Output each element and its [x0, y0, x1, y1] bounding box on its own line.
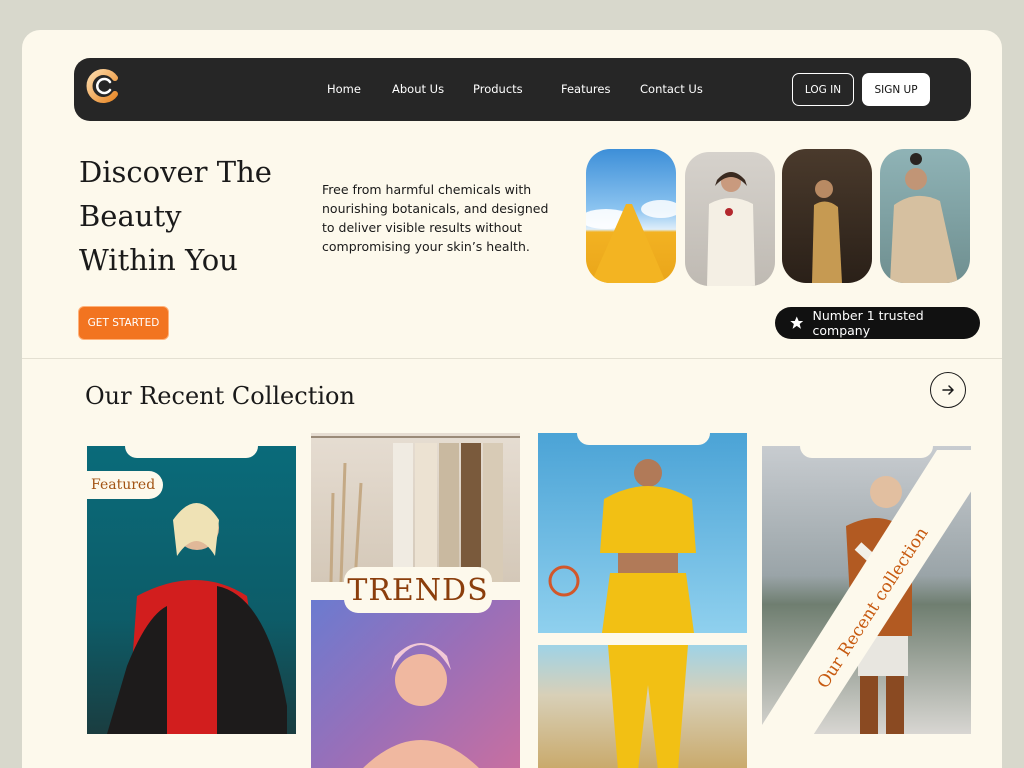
- section-divider: [22, 358, 1002, 359]
- nav-link-features[interactable]: Features: [561, 82, 610, 96]
- card-notch: [577, 433, 710, 445]
- collection-image-yellow-pants[interactable]: [538, 645, 747, 768]
- featured-badge: Featured: [87, 471, 163, 499]
- signup-button[interactable]: SIGN UP: [862, 73, 930, 106]
- hero-image-beige-coat: [880, 149, 970, 283]
- hero-image-white-suit: [685, 152, 775, 286]
- hero-image-brown-coat: [782, 149, 872, 283]
- trends-label: TRENDS: [344, 567, 492, 613]
- collection-image-rack[interactable]: [311, 433, 520, 582]
- trusted-label: Number 1 trusted company: [812, 308, 924, 338]
- brand-logo-icon[interactable]: [86, 68, 122, 104]
- page-card: Home About Us Products Features Contact …: [22, 30, 1002, 768]
- hero-title-line-3: Within You: [79, 243, 238, 277]
- navbar: Home About Us Products Features Contact …: [74, 58, 971, 121]
- diagonal-banner: Our Recent collection: [762, 450, 972, 760]
- card-notch: [125, 446, 258, 458]
- hero-image-sky-dress: [586, 149, 676, 283]
- hero-title: Discover The Beauty Within You: [79, 150, 319, 282]
- collection-image-yellow-top[interactable]: [538, 433, 747, 633]
- nav-link-products[interactable]: Products: [473, 82, 523, 96]
- nav-link-contact[interactable]: Contact Us: [640, 82, 703, 96]
- nav-link-about[interactable]: About Us: [392, 82, 444, 96]
- hero-title-line-1: Discover The: [79, 155, 272, 189]
- login-button[interactable]: LOG IN: [792, 73, 854, 106]
- star-icon: [790, 316, 804, 329]
- collection-image-portrait[interactable]: [311, 600, 520, 768]
- next-arrow-button[interactable]: [930, 372, 966, 408]
- nav-link-home[interactable]: Home: [327, 82, 361, 96]
- get-started-button[interactable]: GET STARTED: [78, 306, 169, 340]
- trusted-badge: Number 1 trusted company: [775, 307, 980, 339]
- hero-title-line-2: Beauty: [79, 199, 182, 233]
- hero-description: Free from harmful chemicals with nourish…: [322, 182, 549, 254]
- collection-title: Our Recent Collection: [85, 382, 355, 410]
- arrow-right-icon: [942, 385, 954, 395]
